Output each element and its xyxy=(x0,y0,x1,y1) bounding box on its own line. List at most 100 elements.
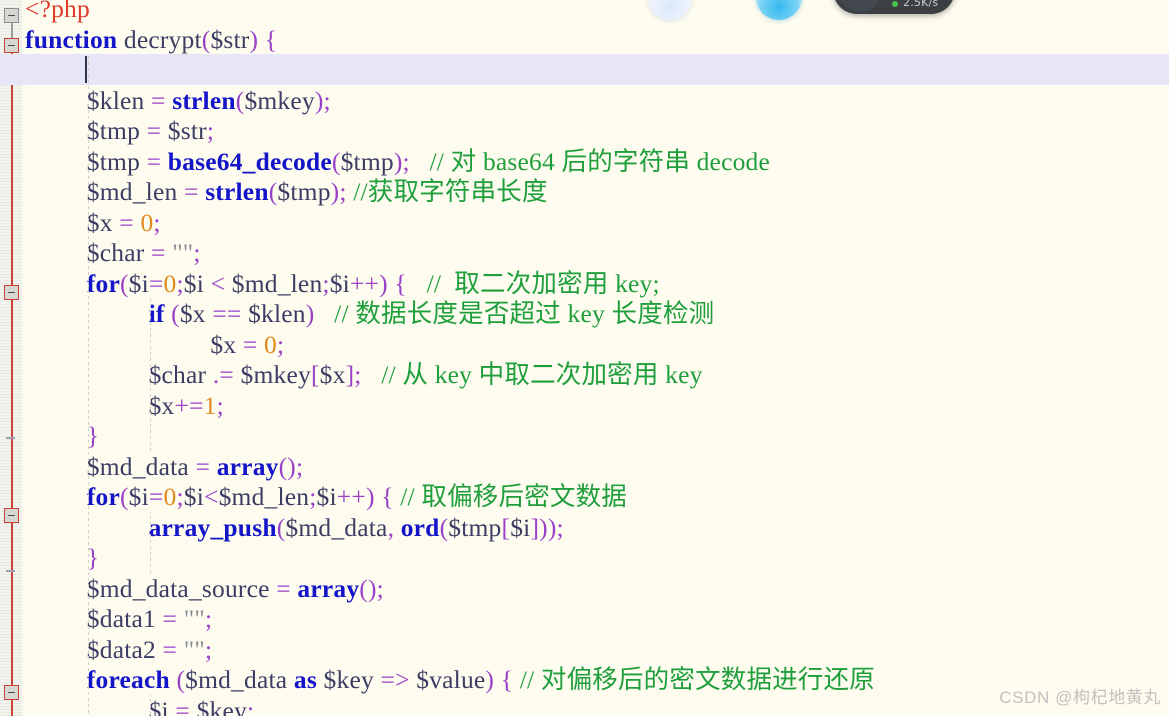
code-token-pun: = xyxy=(151,85,166,115)
code-line[interactable]: $tmp = base64_decode($tmp); // 对 base64 … xyxy=(87,146,770,177)
fold-toggle-icon[interactable] xyxy=(4,8,19,23)
code-token-str: "" xyxy=(183,604,205,633)
code-token-pun: ; xyxy=(153,207,161,237)
code-token-pun: ); xyxy=(314,85,331,115)
code-token-var: $value xyxy=(416,665,486,694)
indent-guide xyxy=(149,694,151,716)
code-line[interactable]: <?php xyxy=(25,0,90,24)
fold-toggle-icon[interactable] xyxy=(4,685,19,700)
code-token-var: $md_data_source xyxy=(86,573,270,603)
code-token-kw: as xyxy=(293,665,317,694)
code-line[interactable]: $data2 = ""; xyxy=(87,634,212,665)
code-token-pun: ; xyxy=(246,695,255,716)
code-token-pun: ; xyxy=(206,116,215,145)
code-line[interactable]: $i = $key; xyxy=(149,695,255,716)
code-token-cmt: // 数据长度是否超过 key 长度检测 xyxy=(314,299,715,328)
code-token-cmt: // 对 base64 后的字符串 decode xyxy=(409,146,771,176)
code-token-var: $char xyxy=(148,360,207,389)
code-line[interactable]: function decrypt($str) { xyxy=(25,24,277,55)
code-line[interactable]: for($i=0;$i < $md_len;$i++) { // 取二次加密用 … xyxy=(87,268,660,299)
code-token-var: $str xyxy=(167,116,207,145)
code-token-pun: ]; xyxy=(345,360,362,389)
code-token-var: $data1 xyxy=(86,604,156,633)
code-token-kw: if xyxy=(148,299,165,328)
code-token-num: 1 xyxy=(203,390,217,420)
code-token-pun: { xyxy=(500,665,514,694)
code-content[interactable]: <?phpfunction decrypt($str) {$mkey = "72… xyxy=(0,0,1169,716)
code-token-pun: ); xyxy=(393,146,410,176)
code-token-var: $tmp xyxy=(340,146,394,176)
code-token-pun: ; xyxy=(277,329,285,359)
code-token-pun: { xyxy=(381,482,394,511)
code-token-var: $mkey xyxy=(240,360,311,389)
code-line[interactable]: $x+=1; xyxy=(149,390,224,421)
code-token-var: $i xyxy=(183,482,205,511)
code-line[interactable]: $x = 0; xyxy=(87,207,161,238)
code-token-pun: (); xyxy=(359,573,384,603)
code-line[interactable]: $md_len = strlen($tmp); //获取字符串长度 xyxy=(87,176,548,207)
code-line[interactable]: $x = 0; xyxy=(210,329,284,360)
code-token-fn: array_push xyxy=(148,512,277,542)
code-token-pun: ( xyxy=(119,268,129,298)
code-token-pun: ; xyxy=(204,634,213,664)
code-token-pun: (); xyxy=(278,451,304,481)
code-token-kw: function xyxy=(25,24,118,54)
code-token-var: $mkey xyxy=(244,85,315,115)
fold-toggle-icon[interactable] xyxy=(4,508,19,523)
code-token-var: $x xyxy=(179,299,206,328)
code-line[interactable]: array_push($md_data, ord($tmp[$i])); xyxy=(149,512,564,543)
code-token-kw: for xyxy=(86,482,120,511)
code-token-var: $md_len xyxy=(86,177,178,206)
code-token-pun: = xyxy=(242,329,258,359)
code-line[interactable]: $md_data = array(); xyxy=(87,451,303,482)
highlighted-line xyxy=(0,54,1169,85)
code-token-pun: ; xyxy=(322,268,330,298)
code-token-pun: += xyxy=(174,390,204,420)
code-token-pun: = xyxy=(162,634,178,664)
code-token-pun: = xyxy=(195,451,211,481)
code-line[interactable]: $char = ""; xyxy=(87,237,201,268)
code-token-var: $klen xyxy=(248,299,306,328)
code-token-pun: == xyxy=(212,299,242,328)
code-token-var: $i xyxy=(183,268,205,298)
code-line[interactable]: $data1 = ""; xyxy=(87,603,212,634)
fold-end-tick-icon xyxy=(6,437,15,439)
code-line[interactable]: $md_data_source = array(); xyxy=(87,573,384,604)
code-token-var: $klen xyxy=(86,85,145,115)
code-line[interactable]: if ($x == $klen) // 数据长度是否超过 key 长度检测 xyxy=(149,298,715,329)
code-token-num: 0 xyxy=(163,268,177,298)
indent-guide xyxy=(87,54,89,716)
code-line[interactable]: $char .= $mkey[$x]; // 从 key 中取二次加密用 key xyxy=(149,359,703,390)
fold-rail-segment xyxy=(11,22,13,39)
csdn-watermark: CSDN @枸杞地黄丸 xyxy=(999,688,1161,707)
code-token-var: $tmp xyxy=(86,146,141,176)
code-line[interactable]: $klen = strlen($mkey); xyxy=(87,85,331,116)
code-line[interactable]: $tmp = $str; xyxy=(87,115,214,146)
code-line[interactable]: foreach ($md_data as $key => $value) { /… xyxy=(87,664,875,695)
code-token-num: 0 xyxy=(163,482,177,511)
code-token-var: $i xyxy=(316,482,337,511)
code-token-pun: = xyxy=(162,604,178,633)
code-token-pun: { xyxy=(394,268,407,298)
code-token-var: $md_len xyxy=(218,482,310,511)
code-token-var: $tmp xyxy=(86,116,141,145)
fold-rail-segment xyxy=(11,52,13,716)
text-caret xyxy=(84,56,87,83)
fold-toggle-icon[interactable] xyxy=(4,38,19,53)
code-line[interactable]: for($i=0;$i<$md_len;$i++) { // 取偏移后密文数据 xyxy=(87,481,627,512)
code-token-fn: array xyxy=(297,573,360,603)
code-token-pun: = xyxy=(146,116,162,145)
code-token-var: $md_data xyxy=(185,665,288,694)
fold-toggle-icon[interactable] xyxy=(4,285,19,300)
code-token-str: "" xyxy=(183,634,205,664)
code-token-pun: < xyxy=(204,482,219,511)
